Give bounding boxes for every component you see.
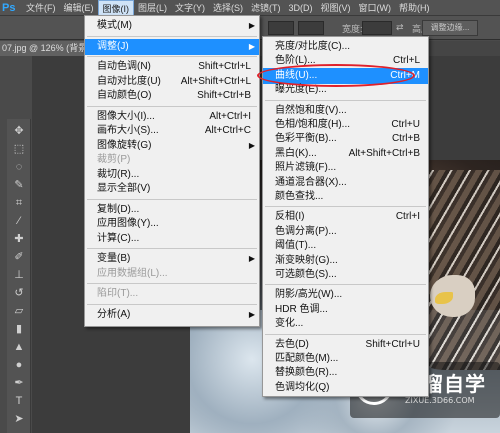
- menubar-item[interactable]: 编辑(E): [60, 0, 98, 16]
- menu-separator: [87, 198, 257, 200]
- menu-item-label: 颜色查找...: [275, 191, 324, 202]
- healing-brush-icon[interactable]: ✚: [9, 231, 29, 248]
- move-tool-icon[interactable]: ✥: [9, 123, 29, 140]
- width-label: 宽度:: [342, 24, 363, 34]
- menu-item[interactable]: 颜色查找...: [263, 189, 428, 205]
- menu-separator: [265, 333, 426, 335]
- tool-preset-box[interactable]: [268, 21, 294, 35]
- submenu-arrow-icon: ▶: [248, 309, 255, 319]
- menu-separator: [87, 303, 257, 305]
- menubar-item[interactable]: 3D(D): [285, 0, 317, 16]
- menubar-item[interactable]: 文字(Y): [171, 0, 209, 16]
- menu-item[interactable]: 可选颜色(S)...: [263, 267, 428, 283]
- menu-item: 应用数据组(L)...: [85, 266, 259, 282]
- menu-item[interactable]: 调整(J) ▶: [85, 38, 259, 55]
- menu-separator: [265, 99, 426, 101]
- menubar-item[interactable]: 图像(I): [97, 0, 134, 16]
- tools-panel: ✥ ⬚ ◌ ✎ ⌗ ⁄ ✚ ✐ ⊥ ↺ ▱ ▮ ▲ ● ✒ T ➤: [7, 119, 31, 433]
- menubar-item[interactable]: 图层(L): [134, 0, 171, 16]
- swap-icon[interactable]: ⇄: [396, 22, 404, 33]
- menubar-item[interactable]: 滤镜(T): [247, 0, 285, 16]
- history-brush-icon[interactable]: ↺: [9, 285, 29, 302]
- lasso-tool-icon[interactable]: ◌: [9, 159, 29, 176]
- gradient-tool-icon[interactable]: ▮: [9, 321, 29, 338]
- crop-tool-icon[interactable]: ⌗: [9, 195, 29, 212]
- menu-separator: [87, 105, 257, 107]
- menu-item-label: 调整(J): [97, 40, 129, 52]
- menu-item-label: 模式(M): [97, 20, 132, 31]
- menu-bar: Ps 文件(F) 编辑(E) 图像(I) 图层(L) 文字(Y) 选择(S) 滤镜(T) 3D…: [0, 0, 500, 16]
- menu-item-label: 显示全部(V): [97, 183, 151, 194]
- menu-item-label: 色调均化(Q): [275, 381, 330, 393]
- style-dropdown[interactable]: [298, 21, 324, 35]
- type-tool-icon[interactable]: T: [9, 393, 29, 410]
- menu-separator: [265, 284, 426, 286]
- menubar-item[interactable]: 视图(V): [317, 0, 355, 16]
- menubar-item[interactable]: 帮助(H): [395, 0, 434, 16]
- menu-separator: [87, 35, 257, 37]
- adjustments-submenu: 亮度/对比度(C)... 色阶(L)... Ctrl+L 曲线(U)... Ctrl+M…: [262, 36, 429, 397]
- menu-separator: [87, 248, 257, 249]
- menu-item-label: 应用数据组(L)...: [97, 267, 168, 279]
- dodge-tool-icon[interactable]: ●: [9, 357, 29, 374]
- menu-item-label: 分析(A): [97, 308, 131, 320]
- image-menu: 模式(M) ▶ 调整(J) ▶ 自动色调(N) Shift+Ctrl+L 自动对比度(U) A…: [84, 15, 260, 327]
- menu-separator: [265, 206, 426, 208]
- menu-item-label: 自动颜色(O): [97, 90, 152, 101]
- submenu-arrow-icon: ▶: [248, 21, 255, 30]
- watermark-url: ZIXUE.3D66.COM: [405, 396, 475, 405]
- menu-item: 陷印(T)...: [85, 286, 259, 302]
- menu-item-label: 陷印(T)...: [97, 288, 139, 299]
- blur-tool-icon[interactable]: ▲: [9, 339, 29, 356]
- submenu-arrow-icon: ▶: [248, 41, 255, 51]
- menubar-item[interactable]: 文件(F): [22, 0, 60, 16]
- menu-item-shortcut: Shift+Ctrl+B: [197, 90, 251, 101]
- path-select-icon[interactable]: ➤: [9, 411, 29, 428]
- menu-item[interactable]: 变化...: [263, 316, 428, 332]
- menu-item[interactable]: 计算(C)...: [85, 231, 259, 247]
- menu-item[interactable]: 自动颜色(O) Shift+Ctrl+B: [85, 88, 259, 104]
- menu-item-label: 可选颜色(S)...: [275, 269, 337, 280]
- eyedropper-tool-icon[interactable]: ⁄: [9, 213, 29, 230]
- pen-tool-icon[interactable]: ✒: [9, 375, 29, 392]
- menu-item[interactable]: 模式(M) ▶: [85, 18, 259, 34]
- menu-separator: [87, 56, 257, 57]
- menu-item[interactable]: 色调均化(Q): [263, 380, 428, 396]
- quick-select-icon[interactable]: ✎: [9, 177, 29, 194]
- eraser-tool-icon[interactable]: ▱: [9, 303, 29, 320]
- menubar-item[interactable]: 窗口(W): [355, 0, 396, 16]
- menu-separator: [87, 283, 257, 284]
- photoshop-logo: Ps: [2, 1, 16, 14]
- refine-edge-button[interactable]: 调整边缘...: [422, 20, 478, 36]
- menubar-item[interactable]: 选择(S): [209, 0, 247, 16]
- menu-item-label: 计算(C)...: [97, 232, 140, 244]
- menu-item[interactable]: 显示全部(V): [85, 181, 259, 197]
- marquee-tool-icon[interactable]: ⬚: [9, 141, 29, 158]
- width-input[interactable]: [362, 21, 392, 35]
- annotation-circle: [257, 64, 415, 87]
- clone-stamp-icon[interactable]: ⊥: [9, 267, 29, 284]
- menu-item[interactable]: 分析(A) ▶: [85, 307, 259, 323]
- menu-item-label: 变化...: [275, 318, 304, 330]
- brush-tool-icon[interactable]: ✐: [9, 249, 29, 266]
